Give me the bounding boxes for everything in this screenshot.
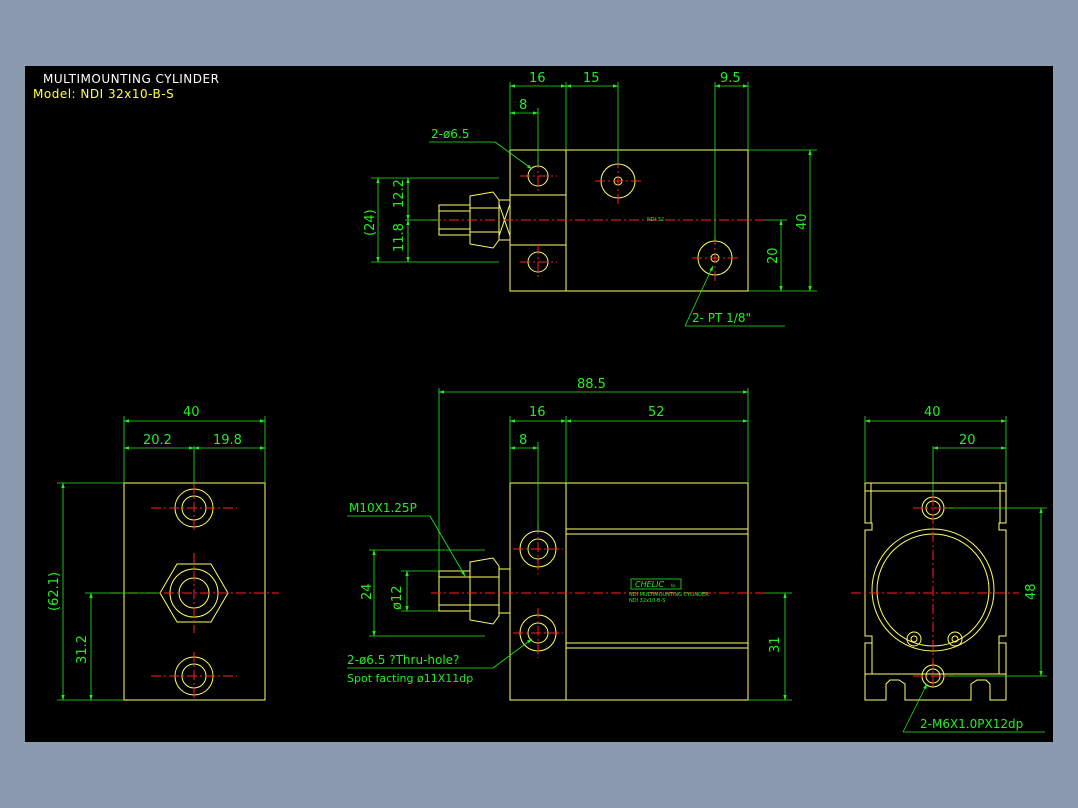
top-dim-15: 15 <box>583 71 600 86</box>
front-view: CHELIC kk NDI MULTIMOUNTING CYLINDER NDI… <box>431 482 765 701</box>
brand-logo: CHELIC <box>635 580 664 589</box>
front-dim-31: 31 <box>768 636 783 653</box>
front-view-dimensions: 88.5 16 52 8 24 ø12 31 M10X1.25P 2-ø6.5 <box>347 377 792 701</box>
thread-callout: M10X1.25P <box>349 501 417 515</box>
drawing-canvas: MULTIMOUNTING CYLINDER Model: NDI 32x10-… <box>25 66 1053 742</box>
top-dim-8: 8 <box>519 98 527 113</box>
top-dim-9-5: 9.5 <box>720 71 741 86</box>
front-dim-8: 8 <box>519 433 527 448</box>
left-dim-62-1: (62.1) <box>47 572 62 611</box>
right-screw-1 <box>906 631 922 647</box>
brand-label-plate: CHELIC kk NDI MULTIMOUNTING CYLINDER NDI… <box>629 578 709 604</box>
top-dim-12-2: 12.2 <box>392 179 407 208</box>
right-dim-48: 48 <box>1024 583 1039 600</box>
right-dim-40: 40 <box>924 405 941 420</box>
top-dim-40: 40 <box>795 213 810 230</box>
left-view <box>110 482 279 701</box>
front-dim-24: 24 <box>360 583 375 600</box>
spot-facing-callout: Spot facting ø11X11dp <box>347 672 473 685</box>
left-dim-40: 40 <box>183 405 200 420</box>
front-rod-nut <box>469 557 500 625</box>
right-view-dimensions: 40 20 48 2-M6X1.0PX12dp <box>864 405 1047 733</box>
left-dim-31-2: 31.2 <box>75 635 90 664</box>
left-view-dimensions: 40 20.2 19.8 (62.1) 31.2 <box>47 405 266 701</box>
front-dim-88-5: 88.5 <box>577 377 606 392</box>
right-view <box>851 482 1019 701</box>
front-dim-12: ø12 <box>390 586 405 611</box>
top-body-marking: NDI 32 <box>647 217 664 223</box>
right-dim-20: 20 <box>959 433 976 448</box>
top-holes-callout: 2-ø6.5 <box>431 127 469 141</box>
top-dim-16: 16 <box>529 71 546 86</box>
top-view-dimensions: 16 15 9.5 8 (24) 12.2 11.8 40 20 2-ø6.5 … <box>363 71 817 327</box>
cad-drawing: NDI 32 16 15 9.5 8 (24) 12.2 11.8 40 20 … <box>47 71 1047 733</box>
top-dim-24: (24) <box>363 209 378 236</box>
top-dim-20: 20 <box>766 247 781 264</box>
brand-label-line-2: NDI 32x10-B-S <box>629 598 665 604</box>
svg-text:kk: kk <box>671 583 676 588</box>
left-dim-20-2: 20.2 <box>143 433 172 448</box>
front-dim-52: 52 <box>648 405 665 420</box>
top-ports-callout: 2- PT 1/8" <box>692 311 751 325</box>
front-holes-callout: 2-ø6.5 ?Thru-hole? <box>347 653 459 667</box>
left-dim-19-8: 19.8 <box>213 433 242 448</box>
front-dim-16: 16 <box>529 405 546 420</box>
right-body-outline <box>864 482 1007 701</box>
top-dim-11-8: 11.8 <box>392 223 407 252</box>
taps-callout: 2-M6X1.0PX12dp <box>920 717 1023 731</box>
